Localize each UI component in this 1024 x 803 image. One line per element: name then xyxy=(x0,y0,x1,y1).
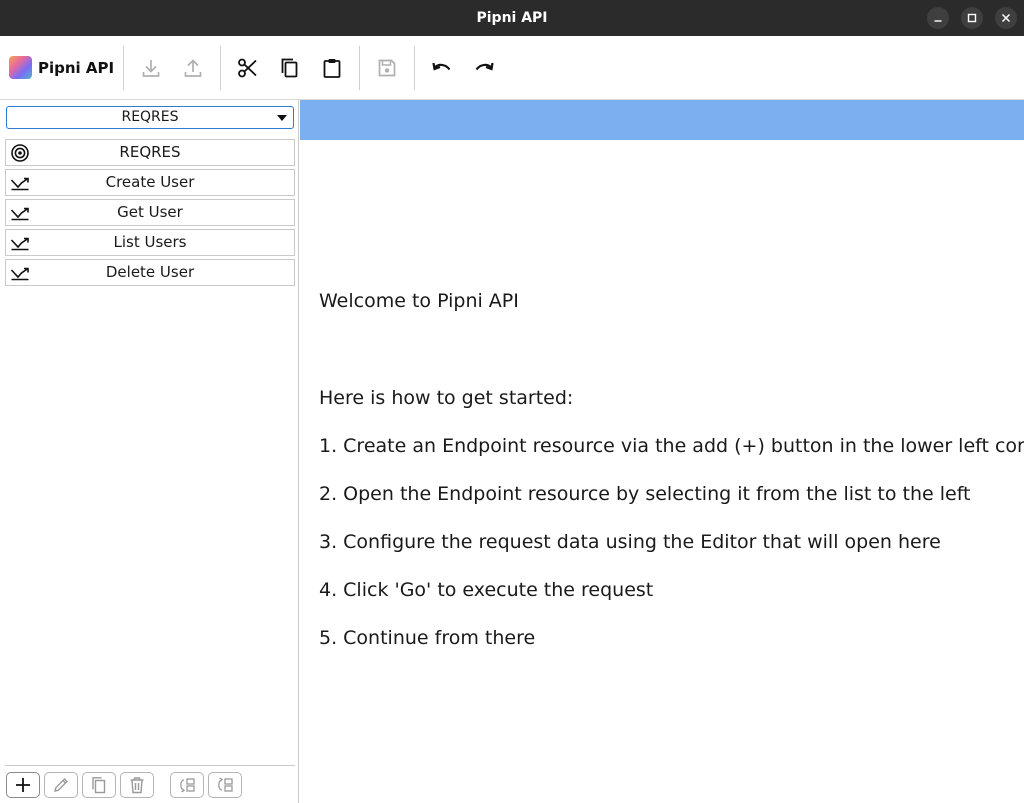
undo-icon xyxy=(432,62,451,71)
step-5: 5. Continue from there xyxy=(319,627,536,649)
move-up-icon xyxy=(180,778,195,793)
endpoint-icon xyxy=(10,237,29,251)
list-item-reqres[interactable]: REQRES xyxy=(5,139,295,166)
import-button[interactable] xyxy=(137,54,165,82)
edit-button[interactable] xyxy=(44,772,78,798)
copy-button[interactable] xyxy=(276,54,304,82)
endpoint-icon xyxy=(10,207,29,221)
collection-select[interactable]: REQRES xyxy=(6,106,294,129)
footer-divider xyxy=(5,765,295,766)
toolbar-separator xyxy=(359,46,360,90)
sidebar: REQRES REQRES Create User Get User List … xyxy=(0,100,299,803)
welcome-heading: Welcome to Pipni API xyxy=(319,290,519,312)
list-item-label: Create User xyxy=(105,173,195,191)
app-name: Pipni API xyxy=(38,59,115,77)
list-item-get-user[interactable]: Get User xyxy=(5,199,295,226)
export-button[interactable] xyxy=(179,54,207,82)
main-panel: Welcome to Pipni API Here is how to get … xyxy=(300,100,1024,803)
step-4: 4. Click 'Go' to execute the request xyxy=(319,579,654,601)
download-icon xyxy=(142,60,160,77)
delete-button[interactable] xyxy=(120,772,154,798)
list-item-label: REQRES xyxy=(119,143,181,161)
title-bar: Pipni API xyxy=(0,0,1024,36)
window-title: Pipni API xyxy=(476,10,548,26)
copy-icon xyxy=(281,58,298,78)
paste-button[interactable] xyxy=(318,54,346,82)
clipboard-icon xyxy=(323,59,341,78)
copy-icon xyxy=(92,777,106,794)
endpoint-icon xyxy=(10,267,29,281)
redo-button[interactable] xyxy=(470,54,498,82)
toolbar: Pipni API xyxy=(0,36,1024,100)
maximize-icon xyxy=(967,13,977,23)
plus-icon xyxy=(16,778,30,792)
move-up-button[interactable] xyxy=(170,772,204,798)
cut-button[interactable] xyxy=(234,54,262,82)
step-3: 3. Configure the request data using the … xyxy=(319,531,941,553)
move-down-icon xyxy=(218,777,233,792)
endpoint-icon xyxy=(10,177,29,191)
minimize-button[interactable] xyxy=(927,7,949,29)
target-icon xyxy=(11,144,29,162)
floppy-disk-icon xyxy=(378,59,396,77)
duplicate-button[interactable] xyxy=(82,772,116,798)
app-logo-icon xyxy=(9,56,32,79)
maximize-button[interactable] xyxy=(961,7,983,29)
save-button[interactable] xyxy=(373,54,401,82)
list-item-delete-user[interactable]: Delete User xyxy=(5,259,295,286)
pencil-icon xyxy=(54,778,68,792)
minimize-icon xyxy=(934,20,942,22)
step-2: 2. Open the Endpoint resource by selecti… xyxy=(319,483,971,505)
editor-header-bar xyxy=(300,100,1024,140)
list-item-label: List Users xyxy=(113,233,187,251)
list-item-label: Delete User xyxy=(105,263,195,281)
upload-icon xyxy=(184,59,202,77)
chevron-down-icon xyxy=(277,115,287,121)
add-button[interactable] xyxy=(6,772,40,798)
collection-select-value: REQRES xyxy=(121,109,179,125)
toolbar-separator xyxy=(220,46,221,90)
toolbar-separator xyxy=(123,46,124,90)
toolbar-separator xyxy=(414,46,415,90)
scissors-icon xyxy=(238,58,257,78)
move-down-button[interactable] xyxy=(208,772,242,798)
undo-button[interactable] xyxy=(428,54,456,82)
close-icon xyxy=(1001,13,1011,23)
list-item-list-users[interactable]: List Users xyxy=(5,229,295,256)
list-item-label: Get User xyxy=(117,203,183,221)
step-1: 1. Create an Endpoint resource via the a… xyxy=(319,435,1024,457)
getting-started-intro: Here is how to get started: xyxy=(319,387,574,409)
trash-icon xyxy=(130,777,144,794)
redo-icon xyxy=(475,62,494,71)
list-item-create-user[interactable]: Create User xyxy=(5,169,295,196)
close-button[interactable] xyxy=(995,7,1017,29)
